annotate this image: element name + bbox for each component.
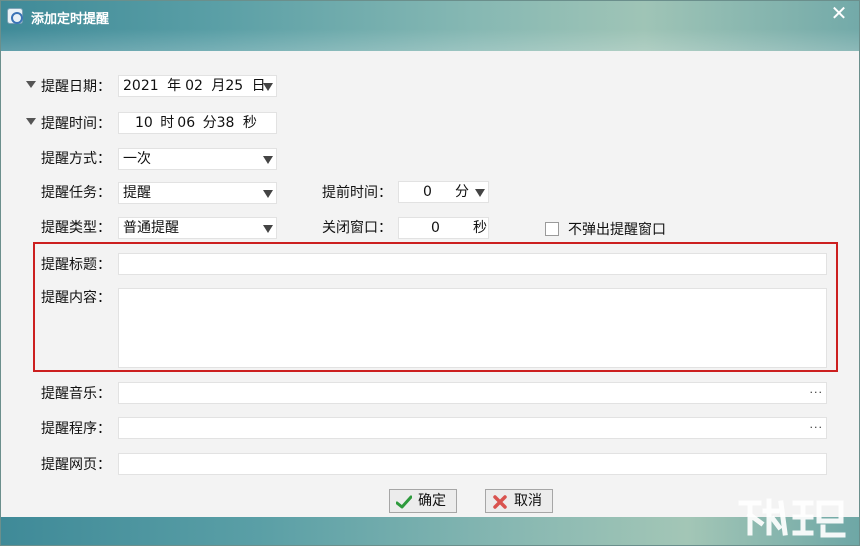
advance-time-unit: 分 (455, 184, 469, 200)
mode-label: 提醒方式： (41, 151, 111, 167)
cancel-button[interactable]: 取消 (485, 489, 553, 513)
dialog-title: 添加定时提醒 (31, 12, 110, 27)
minute-unit: 分 (202, 115, 217, 131)
title-bar: 添加定时提醒 ✕ (1, 1, 859, 51)
chevron-down-icon[interactable] (263, 83, 273, 91)
second-value: 38 (216, 115, 235, 131)
title-field-label: 提醒标题： (41, 257, 111, 273)
type-label: 提醒类型： (41, 220, 111, 236)
program-label: 提醒程序： (41, 421, 111, 437)
expand-triangle-icon[interactable] (26, 118, 36, 125)
expand-triangle-icon[interactable] (26, 81, 36, 88)
browse-icon[interactable]: ··· (810, 418, 824, 438)
cross-icon (493, 495, 507, 509)
checkmark-icon (396, 495, 412, 509)
footer-bar (1, 517, 859, 545)
webpage-label: 提醒网页： (41, 457, 111, 473)
hour-unit: 时 (160, 115, 175, 131)
year-unit: 年 (167, 78, 182, 94)
no-popup-checkbox[interactable] (545, 222, 559, 236)
second-unit: 秒 (242, 115, 257, 131)
task-select[interactable]: 提醒 (118, 182, 277, 204)
ok-label: 确定 (418, 493, 446, 509)
webpage-input[interactable] (118, 453, 827, 475)
chevron-down-icon[interactable] (263, 225, 273, 233)
advance-time-value: 0 (423, 184, 432, 200)
close-window-label: 关闭窗口： (322, 220, 392, 236)
month-value: 02 (185, 78, 203, 94)
program-input[interactable]: ··· (118, 417, 827, 439)
type-select[interactable]: 普通提醒 (118, 217, 277, 239)
month-unit: 月 (211, 78, 226, 94)
type-value: 普通提醒 (123, 220, 179, 236)
date-label: 提醒日期： (41, 79, 111, 95)
close-button[interactable]: ✕ (829, 3, 849, 23)
minute-value: 06 (177, 115, 196, 131)
mode-value: 一次 (123, 151, 151, 167)
title-input[interactable] (118, 253, 827, 275)
hour-value: 10 (135, 115, 153, 131)
ok-button[interactable]: 确定 (389, 489, 457, 513)
advance-time-input[interactable]: 0 分 (398, 181, 489, 203)
close-window-input[interactable]: 0 秒 (398, 217, 489, 239)
year-value: 2021 (123, 78, 159, 94)
cancel-label: 取消 (514, 493, 542, 509)
date-picker[interactable]: 2021 年 02 月25 日 (118, 75, 277, 97)
app-icon (7, 8, 23, 24)
time-picker[interactable]: 10 时 06 分38 秒 (118, 112, 277, 134)
mode-select[interactable]: 一次 (118, 148, 277, 170)
close-window-unit: 秒 (473, 220, 487, 236)
task-value: 提醒 (123, 185, 151, 201)
watermark-logo (738, 498, 846, 538)
task-label: 提醒任务： (41, 185, 111, 201)
browse-icon[interactable]: ··· (810, 383, 824, 403)
no-popup-label[interactable]: 不弹出提醒窗口 (568, 222, 666, 238)
content-field-label: 提醒内容： (41, 290, 111, 306)
time-label: 提醒时间： (41, 116, 111, 132)
advance-time-label: 提前时间： (322, 185, 392, 201)
music-input[interactable]: ··· (118, 382, 827, 404)
content-textarea[interactable] (118, 288, 827, 368)
day-value: 25 (225, 78, 244, 94)
music-label: 提醒音乐： (41, 386, 111, 402)
chevron-down-icon[interactable] (263, 156, 273, 164)
close-window-value: 0 (431, 220, 440, 236)
chevron-down-icon[interactable] (263, 190, 273, 198)
chevron-down-icon[interactable] (475, 189, 485, 197)
dialog-window: 添加定时提醒 ✕ 提醒日期： 2021 年 02 月25 日 提醒时间： 10 时… (0, 0, 860, 546)
